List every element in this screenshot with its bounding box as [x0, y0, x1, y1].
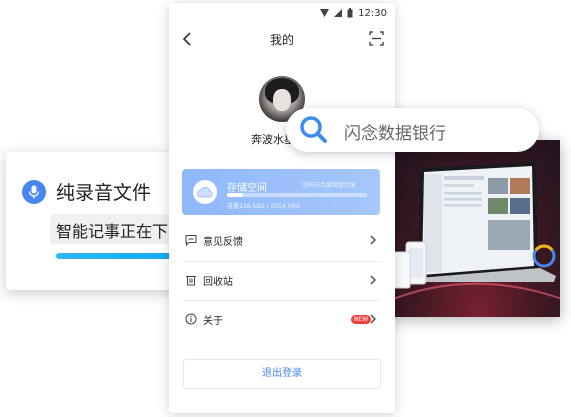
- storage-sync-note: 空间与百度网盘共享: [302, 182, 357, 189]
- battery-icon: [347, 8, 353, 18]
- laptop-promo-image: [378, 140, 560, 317]
- menu-item-about[interactable]: 关于 NEW: [183, 301, 381, 339]
- logout-button[interactable]: 退出登录: [183, 359, 381, 389]
- wifi-icon: [320, 9, 330, 17]
- storage-card[interactable]: 存储空间 空间与百度网盘共享 容量236.59G / 2054.00G: [182, 169, 380, 215]
- nav-bar: 我的: [169, 25, 395, 53]
- voice-recording-card: 纯录音文件 智能记事正在下: [6, 152, 196, 290]
- chevron-right-icon: [370, 275, 376, 285]
- storage-capacity: 容量236.59G / 2054.00G: [227, 203, 300, 210]
- trash-icon: [186, 276, 196, 286]
- menu-item-trash[interactable]: 回收站: [183, 262, 381, 300]
- voice-card-title: 纯录音文件: [56, 182, 152, 204]
- search-icon: [300, 116, 327, 143]
- feedback-icon: [185, 235, 197, 246]
- microphone-icon: [22, 179, 46, 204]
- page-title: 我的: [269, 33, 294, 47]
- voice-title-row: 纯录音文件: [22, 178, 151, 205]
- chevron-right-icon: [370, 235, 376, 245]
- storage-usage-fill: [227, 193, 244, 197]
- storage-title: 存储空间: [227, 183, 267, 194]
- signal-icon: [334, 9, 343, 17]
- scan-icon[interactable]: [369, 31, 384, 46]
- search-bar[interactable]: 闪念数据银行: [286, 108, 539, 152]
- voice-card-subtitle: 智能记事正在下: [56, 222, 169, 241]
- menu-item-feedback[interactable]: 意见反馈: [183, 222, 381, 260]
- chevron-right-icon: [370, 314, 376, 324]
- status-bar: 12:30: [169, 3, 395, 23]
- cloud-icon: [193, 180, 217, 204]
- menu-label-feedback: 意见反馈: [203, 237, 243, 248]
- search-text: 闪念数据银行: [344, 124, 446, 144]
- status-time: 12:30: [358, 7, 387, 19]
- menu-label-trash: 回收站: [203, 277, 233, 288]
- storage-usage-bar: [227, 193, 367, 197]
- menu-label-about: 关于: [203, 316, 223, 327]
- phone-screen: 12:30 我的 奔波水星 存储空间 空间与百度网盘共享 容量236.59G /…: [169, 3, 395, 413]
- info-icon: [185, 313, 197, 325]
